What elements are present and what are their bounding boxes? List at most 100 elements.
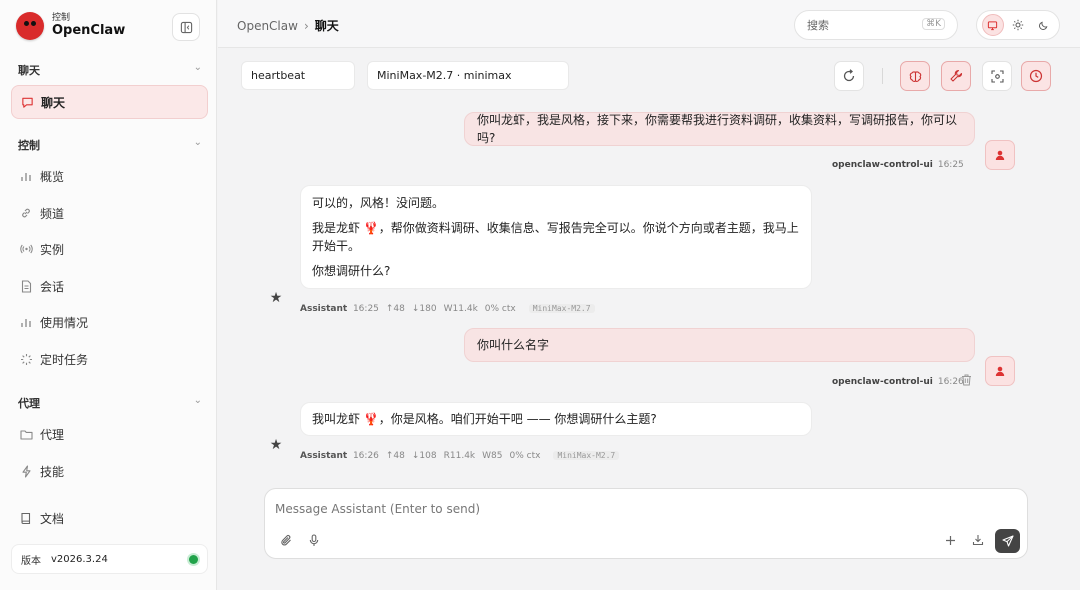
sidebar-item-docs[interactable]: 文档 <box>11 501 208 535</box>
sidebar-item-chat[interactable]: 聊天 <box>11 85 208 119</box>
wrench-icon <box>949 69 963 83</box>
chevron-down-icon: ⌄ <box>193 395 202 406</box>
message-sender: openclaw-control-ui <box>832 377 933 387</box>
topbar: OpenClaw › 聊天 搜索 ⌘K <box>218 0 1080 48</box>
message-time: 16:25 <box>352 304 379 314</box>
sidebar-item-label: 实例 <box>40 242 65 257</box>
export-button[interactable] <box>969 531 987 549</box>
sidebar-item-agents[interactable]: 代理 <box>11 417 208 451</box>
sidebar-item-channels[interactable]: 频道 <box>11 196 208 230</box>
moon-icon <box>1038 20 1049 31</box>
session-select[interactable]: heartbeat <box>241 61 355 90</box>
refresh-icon <box>842 69 856 83</box>
message-text: 你叫龙虾，我是风格，接下来，你需要帮我进行资料调研，收集资料，写调研报告，你可以… <box>477 113 958 145</box>
attach-button[interactable] <box>277 531 295 549</box>
model-select-value: MiniMax-M2.7 · minimax <box>377 69 512 82</box>
status-dot <box>189 555 198 564</box>
sidebar-item-label: 概览 <box>40 169 65 184</box>
model-tag: MiniMax-M2.7 <box>553 451 620 460</box>
stat-context: 0% ctx <box>484 304 516 314</box>
stat-cache-write: W85 <box>482 451 503 461</box>
sidebar-item-instances[interactable]: 实例 <box>11 232 208 266</box>
message-sender: openclaw-control-ui <box>832 160 933 170</box>
message-meta: openclaw-control-ui 16:26 <box>832 377 964 387</box>
refresh-button[interactable] <box>834 61 864 91</box>
collapse-sidebar-button[interactable] <box>172 13 200 41</box>
bar-chart-icon <box>19 169 33 183</box>
brand[interactable]: 控制 OpenClaw <box>16 12 125 40</box>
sun-icon <box>1012 19 1024 31</box>
breadcrumb-current: 聊天 <box>314 19 339 33</box>
user-message-bubble: 你叫什么名字 <box>464 328 975 362</box>
history-button[interactable] <box>1021 61 1051 91</box>
section-chat-header[interactable]: 聊天 ⌄ <box>18 62 202 78</box>
toolbar-divider <box>882 68 883 84</box>
delete-message-button[interactable] <box>961 374 972 386</box>
theme-system-button[interactable] <box>981 14 1004 36</box>
sidebar-item-cron[interactable]: 定时任务 <box>11 342 208 376</box>
message-paragraph: 我是龙虾 🦞，帮你做资料调研、收集信息、写报告完全可以。你说个方向或者主题，我马… <box>312 221 799 253</box>
brain-icon <box>908 69 923 84</box>
stat-input-tokens: ↑48 <box>385 304 405 314</box>
section-control-header[interactable]: 控制 ⌄ <box>18 137 202 153</box>
sidebar-toggle-icon <box>180 21 193 34</box>
sidebar-item-label: 定时任务 <box>40 352 89 367</box>
star-icon: ★ <box>269 290 283 306</box>
sidebar-item-label: 会话 <box>40 279 65 294</box>
plus-icon <box>945 535 956 546</box>
theme-light-button[interactable] <box>1007 14 1029 36</box>
user-avatar <box>985 140 1015 170</box>
user-message-bubble: 你叫龙虾，我是风格，接下来，你需要帮我进行资料调研，收集资料，写调研报告，你可以… <box>464 112 975 146</box>
assistant-avatar: ★ <box>263 285 289 311</box>
focus-mode-button[interactable] <box>982 61 1012 91</box>
folder-icon <box>19 427 33 441</box>
search-input[interactable]: 搜索 ⌘K <box>794 10 958 40</box>
voice-input-button[interactable] <box>305 531 323 549</box>
thinking-toggle-button[interactable] <box>900 61 930 91</box>
send-button[interactable] <box>995 529 1020 553</box>
send-icon <box>1001 535 1014 547</box>
stat-output-tokens: ↓180 <box>411 304 437 314</box>
book-icon <box>19 511 33 525</box>
message-paragraph: 我叫龙虾 🦞，你是风格。咱们开始干吧 —— 你想调研什么主题? <box>312 412 657 426</box>
assistant-message-bubble: 我叫龙虾 🦞，你是风格。咱们开始干吧 —— 你想调研什么主题? <box>300 402 812 436</box>
breadcrumb: OpenClaw › 聊天 <box>237 17 339 34</box>
stat-input-tokens: ↑48 <box>385 451 405 461</box>
section-agents-header[interactable]: 代理 ⌄ <box>18 395 202 411</box>
loader-icon <box>19 352 33 366</box>
sidebar-item-label: 聊天 <box>41 95 66 110</box>
chevron-down-icon: ⌄ <box>193 62 202 73</box>
message-meta: Assistant 16:26 ↑48 ↓108 R11.4k W85 0% ctx Min… <box>300 451 626 461</box>
assistant-avatar: ★ <box>263 432 289 458</box>
message-input[interactable] <box>275 499 975 519</box>
new-session-button[interactable] <box>941 531 959 549</box>
theme-dark-button[interactable] <box>1032 14 1054 36</box>
trash-icon <box>961 374 972 386</box>
sidebar-item-sessions[interactable]: 会话 <box>11 269 208 303</box>
message-icon <box>20 95 34 109</box>
download-icon <box>972 534 984 546</box>
tools-toggle-button[interactable] <box>941 61 971 91</box>
document-icon <box>19 279 33 293</box>
star-icon: ★ <box>269 437 283 453</box>
sidebar-item-usage[interactable]: 使用情况 <box>11 305 208 339</box>
version-badge: 版本 v2026.3.24 <box>11 544 208 574</box>
sidebar-item-skills[interactable]: 技能 <box>11 454 208 488</box>
clock-icon <box>1029 69 1043 83</box>
stat-output-tokens: ↓108 <box>411 451 437 461</box>
message-paragraph: 你想调研什么? <box>312 264 391 278</box>
model-select[interactable]: MiniMax-M2.7 · minimax <box>367 61 569 90</box>
link-icon <box>19 206 33 220</box>
bar-chart-icon <box>19 315 33 329</box>
message-meta: openclaw-control-ui 16:25 <box>832 160 964 170</box>
message-composer <box>264 488 1028 559</box>
message-sender: Assistant <box>300 451 348 461</box>
version-label: 版本 <box>21 555 41 567</box>
chevron-down-icon: ⌄ <box>193 137 202 148</box>
sidebar-item-label: 频道 <box>40 206 65 221</box>
sidebar-item-overview[interactable]: 概览 <box>11 159 208 193</box>
breadcrumb-root[interactable]: OpenClaw <box>237 19 298 33</box>
sidebar-item-label: 文档 <box>40 511 65 526</box>
section-chat-title: 聊天 <box>18 64 40 77</box>
theme-switcher <box>976 10 1060 40</box>
